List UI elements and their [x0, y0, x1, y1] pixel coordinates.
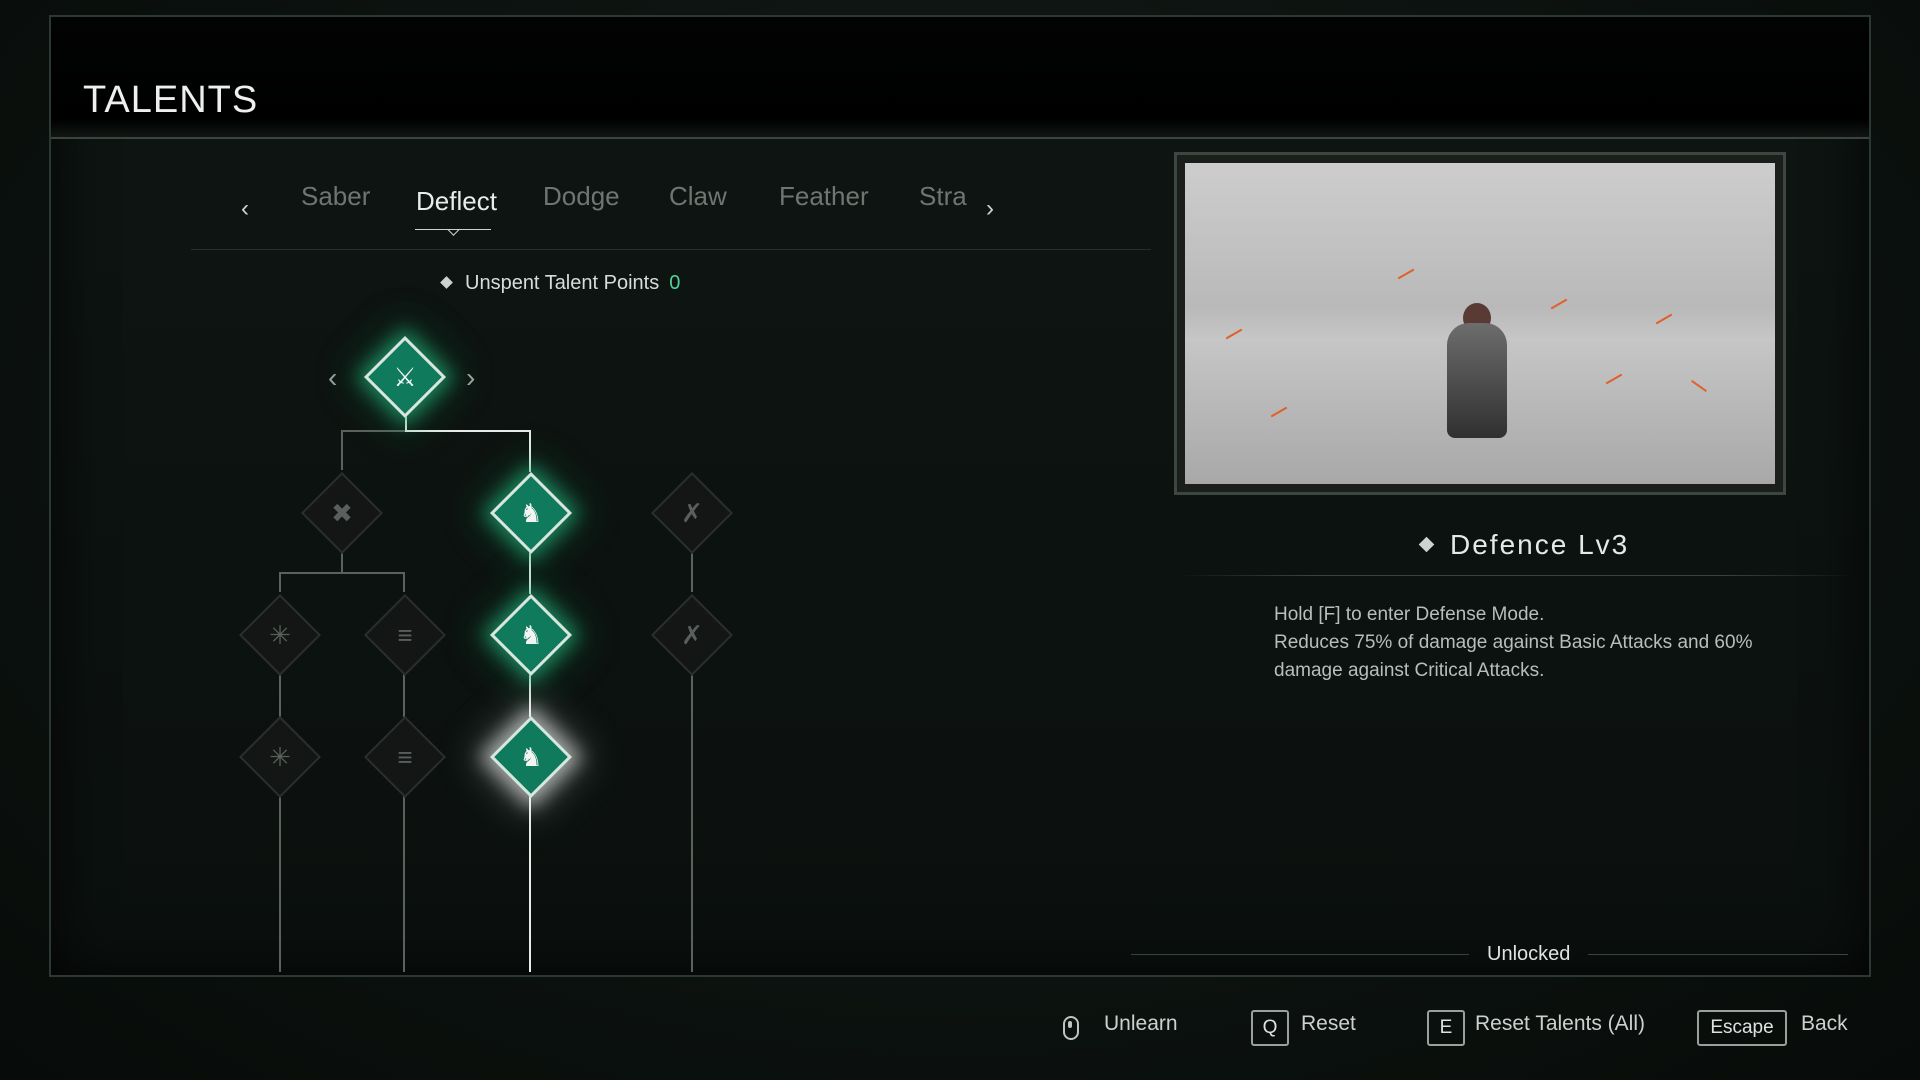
talents-frame: TALENTS ‹ Saber Deflect Dodge Claw Feath…: [49, 15, 1871, 977]
tree-line: [529, 430, 531, 472]
divider: [1131, 954, 1469, 955]
talent-node-defence-1[interactable]: ♞: [489, 471, 573, 555]
talent-node[interactable]: ✳: [238, 715, 322, 799]
burst-icon: ✳: [269, 619, 291, 650]
tree-line: [403, 792, 405, 972]
defence-figure-icon: ♞: [519, 497, 543, 528]
talent-node[interactable]: ≡: [363, 593, 447, 677]
spark: [1550, 298, 1568, 310]
talent-node[interactable]: ✗: [650, 471, 734, 555]
escape-key-icon[interactable]: Escape: [1697, 1010, 1787, 1046]
description-line: damage against Critical Attacks.: [1274, 660, 1545, 681]
talent-node[interactable]: ✳: [238, 593, 322, 677]
tree-line: [279, 572, 405, 574]
defence-figure-icon: ♞: [519, 619, 543, 650]
spark: [1397, 268, 1415, 280]
spark: [1655, 313, 1673, 325]
e-key-icon[interactable]: E: [1427, 1010, 1465, 1046]
divider: [1588, 954, 1848, 955]
skill-preview-frame: [1174, 152, 1786, 495]
back-button[interactable]: Back: [1801, 1012, 1848, 1036]
spark: [1605, 373, 1623, 385]
q-key-icon[interactable]: Q: [1251, 1010, 1289, 1046]
chevron-left-icon[interactable]: ‹: [328, 362, 337, 394]
tree-line: [341, 430, 343, 470]
skill-preview-image: [1185, 163, 1775, 484]
tree-line: [691, 672, 693, 972]
talent-node[interactable]: ≡: [363, 715, 447, 799]
talent-node-defence-3-selected[interactable]: ♞: [489, 715, 573, 799]
reset-button[interactable]: Reset: [1301, 1012, 1356, 1036]
defence-figure-icon: ♞: [519, 741, 543, 772]
talent-node-defence-2[interactable]: ♞: [489, 593, 573, 677]
divider: [1176, 575, 1856, 576]
crossed-swords-icon: ⚔: [393, 361, 417, 392]
tree-line: [341, 430, 407, 432]
spark: [1691, 380, 1707, 392]
talent-node[interactable]: ✖: [300, 471, 384, 555]
tree-line: [279, 792, 281, 972]
skill-title: Defence Lv3: [1418, 529, 1630, 561]
slash-icon: ✗: [681, 497, 703, 528]
talent-tree: ‹ ⚔ › ✖ ♞ ✗ ✳ ≡ ♞ ✗ ✳ ≡ ♞: [51, 17, 1051, 979]
diamond-bullet-icon: [1418, 536, 1435, 553]
skill-name-text: Defence Lv3: [1450, 529, 1630, 560]
description-line: Hold [F] to enter Defense Mode.: [1274, 604, 1545, 625]
talent-node-root[interactable]: ⚔: [363, 335, 447, 419]
spark: [1270, 406, 1288, 418]
spark: [1225, 328, 1243, 340]
slash-icon: ✗: [681, 619, 703, 650]
tree-line: [529, 792, 531, 972]
skill-description: Hold [F] to enter Defense Mode. Reduces …: [1274, 601, 1794, 685]
talent-node[interactable]: ✗: [650, 593, 734, 677]
tree-line: [403, 572, 405, 592]
crossed-blades-icon: ✖: [331, 497, 353, 528]
burst-icon: ✳: [269, 741, 291, 772]
feathers-icon: ≡: [397, 741, 413, 772]
tree-line: [405, 430, 531, 432]
tree-line: [279, 572, 281, 592]
tree-line: [279, 672, 281, 717]
chevron-right-icon[interactable]: ›: [466, 362, 475, 394]
mouse-icon: [1063, 1016, 1079, 1040]
reset-all-button[interactable]: Reset Talents (All): [1475, 1012, 1645, 1036]
skill-status: Unlocked: [1487, 943, 1571, 965]
warrior-figure: [1447, 323, 1507, 438]
tree-line: [403, 672, 405, 717]
description-line: Reduces 75% of damage against Basic Atta…: [1274, 632, 1753, 653]
feathers-icon: ≡: [397, 619, 413, 650]
unlearn-button[interactable]: Unlearn: [1104, 1012, 1178, 1036]
